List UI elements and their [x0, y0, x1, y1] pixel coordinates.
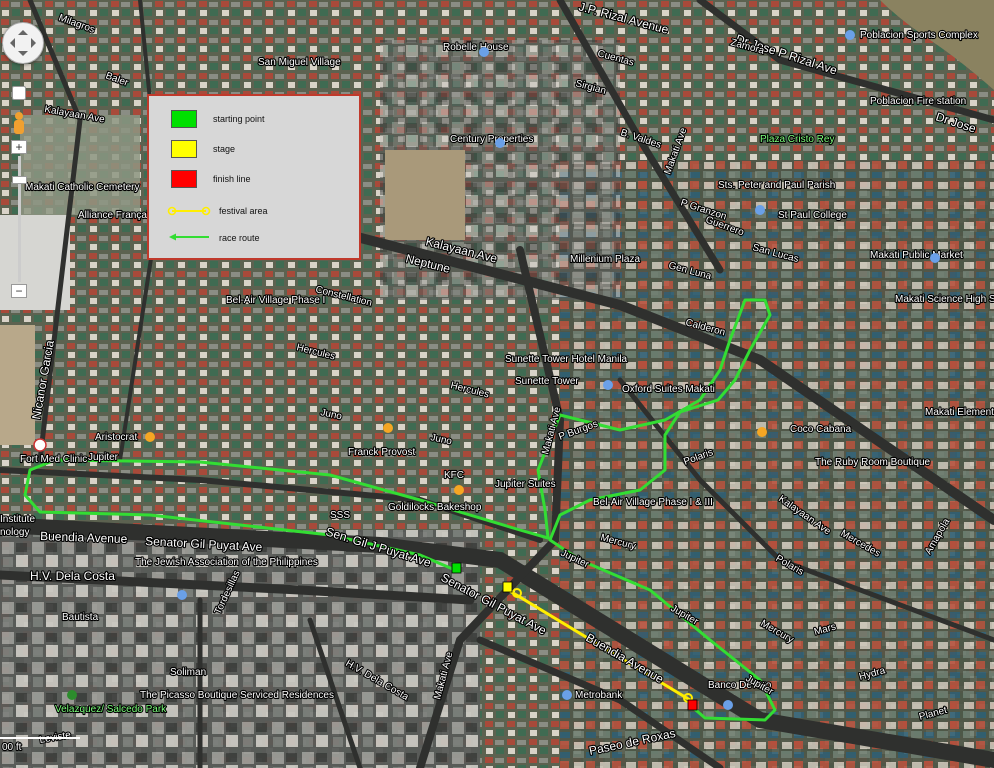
- label-institute: Institute: [0, 514, 35, 525]
- label-plaza: Plaza Cristo Rey: [760, 134, 834, 145]
- label-century: Century Properties: [450, 134, 533, 145]
- finish-line-swatch: [171, 170, 197, 188]
- park-icon[interactable]: [67, 690, 77, 700]
- restaurant-icon[interactable]: [454, 485, 464, 495]
- starting-point-swatch: [171, 110, 197, 128]
- label-ruby: The Ruby Room Boutique: [815, 457, 931, 468]
- label-jupiter: Jupiter: [88, 452, 119, 463]
- restaurant-icon[interactable]: [383, 423, 393, 433]
- finish-line-marker: [687, 699, 698, 711]
- restaurant-icon[interactable]: [145, 432, 155, 442]
- label-picasso: The Picasso Boutique Serviced Residences: [140, 690, 334, 701]
- label-sts-peter: Sts. Peter and Paul Parish: [718, 180, 835, 191]
- label-velazquez: Velazquez/ Salcedo Park: [55, 704, 167, 715]
- label-jupiter-suites: Jupiter Suites: [495, 479, 556, 490]
- legend-festival-area-label: festival area: [219, 206, 268, 216]
- label-makati-public: Makati Public Market: [870, 250, 963, 261]
- label-bel-air-1: Bel-Air Village Phase I: [226, 295, 325, 306]
- scale-label: 00 ft: [2, 742, 22, 753]
- open-lot: [0, 325, 35, 445]
- label-bautista: Bautista: [62, 612, 99, 623]
- label-aristocrat: Aristocrat: [95, 432, 137, 443]
- festival-area-swatch: [167, 206, 211, 216]
- map-legend: starting point stage finish line festiva…: [147, 94, 361, 260]
- starting-point-marker: [451, 562, 462, 574]
- label-makati-elem: Makati Elementary School: [925, 407, 994, 418]
- legend-race-route-label: race route: [219, 233, 260, 243]
- zoom-slider-handle[interactable]: [12, 176, 27, 184]
- hotel-icon[interactable]: [603, 380, 613, 390]
- building-icon[interactable]: [495, 138, 505, 148]
- stage-swatch: [171, 140, 197, 158]
- school-icon[interactable]: [755, 205, 765, 215]
- label-makati-high: Makati Science High School: [895, 294, 994, 305]
- label-goldilocks: Goldilocks Bakeshop: [388, 502, 482, 513]
- label-poblacion-fire: Poblacion Fire station: [870, 96, 966, 107]
- home-icon[interactable]: [12, 86, 26, 100]
- pan-right-icon[interactable]: [31, 38, 41, 48]
- label-oxford: Oxford Suites Makati: [622, 384, 715, 395]
- bank-icon[interactable]: [723, 700, 733, 710]
- zoom-slider-track[interactable]: [18, 156, 21, 282]
- label-bel-air-3: Bel-Air Village Phase I & III: [593, 497, 713, 508]
- label-poblacion-sports: Poblacion Sports Complex: [860, 30, 978, 41]
- label-hv-dela-costa: H.V. Dela Costa: [30, 569, 115, 583]
- pegman-icon[interactable]: [11, 110, 27, 140]
- label-makati-catholic: Makati Catholic Cemetery: [25, 182, 139, 193]
- race-route-swatch: [169, 233, 209, 241]
- label-metrobank: Metrobank: [575, 690, 623, 701]
- building-icon[interactable]: [177, 590, 187, 600]
- pegman-head: [15, 112, 23, 120]
- zoom-in-button[interactable]: +: [11, 140, 27, 154]
- pan-control[interactable]: [2, 22, 44, 64]
- market-icon[interactable]: [930, 253, 940, 263]
- label-millenium: Millenium Plaza: [570, 254, 640, 265]
- label-sunette-small: Sunette Tower: [515, 376, 579, 387]
- label-st-paul: St Paul College: [778, 210, 847, 221]
- legend-starting-point-label: starting point: [213, 114, 265, 124]
- label-jewish: The Jewish Association of the Philippine…: [135, 557, 318, 568]
- pan-down-icon[interactable]: [18, 51, 28, 61]
- label-kfc: KFC: [444, 470, 464, 481]
- hotel-icon[interactable]: [479, 47, 489, 57]
- legend-stage-label: stage: [213, 144, 236, 154]
- stage-marker: [502, 581, 513, 593]
- label-sunette: Sunette Tower Hotel Manila: [505, 354, 628, 365]
- construction-site: [385, 150, 465, 240]
- label-franck: Franck Provost: [348, 447, 415, 458]
- restaurant-icon[interactable]: [757, 427, 767, 437]
- bank-icon[interactable]: [562, 690, 572, 700]
- sports-icon[interactable]: [845, 30, 855, 40]
- label-sss: SSS: [330, 510, 350, 521]
- label-robelle: Robelle House: [443, 42, 509, 53]
- pegman-body: [14, 120, 24, 134]
- label-san-miguel: San Miguel Village: [258, 57, 341, 68]
- label-coco: Coco Cabana: [790, 424, 852, 435]
- pan-left-icon[interactable]: [5, 38, 15, 48]
- hospital-icon[interactable]: [33, 438, 47, 452]
- pan-up-icon[interactable]: [18, 25, 28, 35]
- legend-finish-line-label: finish line: [213, 174, 251, 184]
- label-fort-med: Fort Med Clinic: [20, 454, 87, 465]
- zoom-out-button[interactable]: −: [11, 284, 27, 298]
- label-nology: nology: [0, 527, 29, 538]
- label-soliman: Soliman: [170, 667, 206, 678]
